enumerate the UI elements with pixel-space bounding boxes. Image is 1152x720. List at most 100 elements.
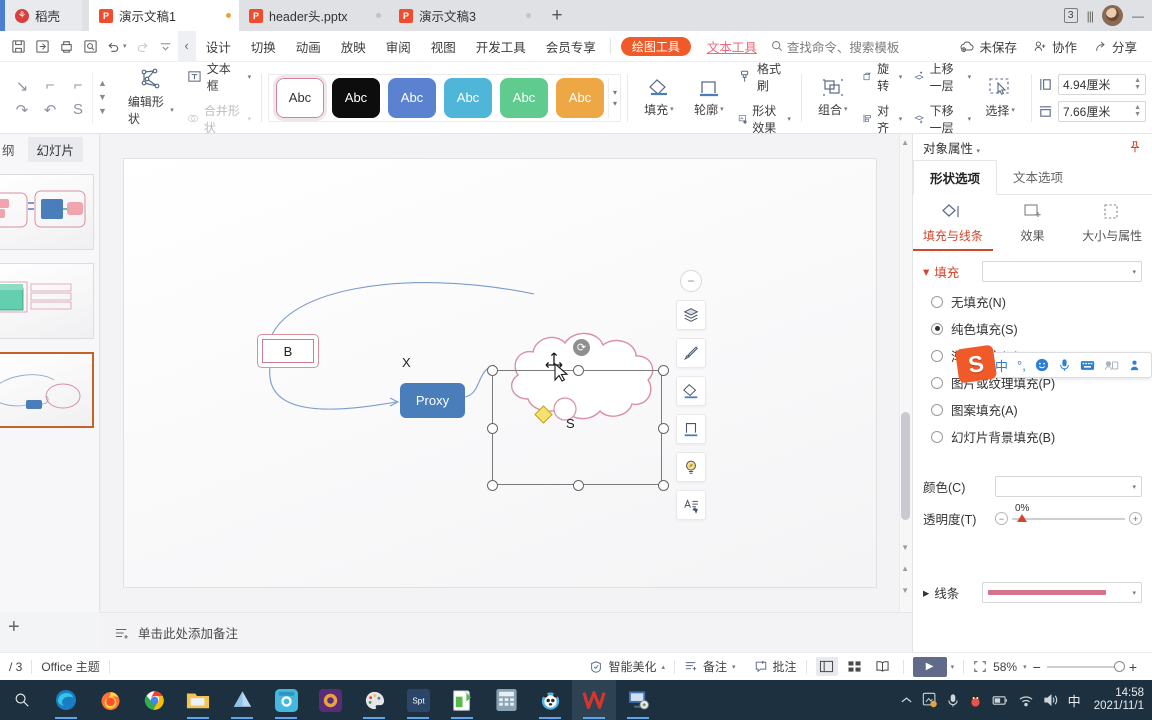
play-dropdown-icon[interactable]: ▾ <box>951 663 955 671</box>
zoom-level[interactable]: 58% <box>993 660 1017 674</box>
zoom-slider[interactable] <box>1046 660 1125 672</box>
shape-style-more-button[interactable]: ▾ ▾ <box>607 77 617 118</box>
beautify-expand-icon[interactable]: ▴ <box>662 663 666 671</box>
edge-icon[interactable] <box>44 680 88 720</box>
fill-preset-dropdown[interactable]: ▾ <box>982 261 1142 282</box>
ime-tools-icon[interactable] <box>1128 359 1141 372</box>
theme-name[interactable]: Office 主题 <box>32 658 108 675</box>
smart-idea-button[interactable] <box>676 452 706 482</box>
smart-beautify-button[interactable]: 智能美化 ▴ <box>580 658 674 675</box>
collapse-panel-button[interactable]: − <box>680 270 702 292</box>
save-icon[interactable] <box>6 34 30 58</box>
menu-item-member-exclusive[interactable]: 会员专享 <box>536 31 606 62</box>
unsaved-status-button[interactable]: 未保存 <box>953 37 1024 56</box>
fill-option-solid[interactable]: 纯色填充(S) <box>913 315 1152 342</box>
fill-section-header[interactable]: ▾ 填充 ▾ <box>913 251 1152 288</box>
minimize-button[interactable]: — <box>1132 9 1144 23</box>
mic-icon[interactable] <box>1058 358 1071 372</box>
next-slide-icon[interactable]: ▼ <box>901 586 909 595</box>
group-button[interactable]: 组合 ▾ <box>808 78 858 118</box>
calculator-icon[interactable] <box>484 680 528 720</box>
slider-thumb[interactable] <box>1017 513 1027 522</box>
scroll-up-icon[interactable]: ▲ <box>901 138 909 147</box>
radio-slide-background-fill[interactable] <box>931 430 943 443</box>
mic-icon[interactable] <box>947 693 959 708</box>
shape-arrow-diagonal-icon[interactable]: ↘ <box>8 74 36 98</box>
menu-item-developer-tools[interactable]: 开发工具 <box>466 31 536 62</box>
canvas-scrollbar[interactable]: ▲ ▼ ▲ ▼ <box>899 134 912 612</box>
selection-bounding-box[interactable] <box>487 365 669 491</box>
rotate-button[interactable]: 旋转 ▾ <box>858 59 907 95</box>
transparency-slider[interactable]: − 0% + <box>995 503 1142 525</box>
resize-handle-w[interactable] <box>487 423 498 434</box>
search-input[interactable]: 查找命令、搜索模板 <box>771 37 899 56</box>
avatar[interactable] <box>1102 5 1123 26</box>
reading-view-button[interactable] <box>872 657 894 676</box>
menu-item-drawing-tools[interactable]: 绘图工具 <box>620 36 691 56</box>
zoom-in-button[interactable]: + <box>1129 659 1143 675</box>
menu-item-design[interactable]: 设计 <box>196 31 241 62</box>
paint-app-icon[interactable] <box>352 680 396 720</box>
tab-presentation-3[interactable]: P 演示文稿3 <box>389 0 540 31</box>
radio-gradient-fill[interactable] <box>931 349 943 362</box>
transparency-decrease-button[interactable]: − <box>995 512 1008 525</box>
comments-button[interactable]: 批注 <box>745 658 806 675</box>
transparency-increase-button[interactable]: + <box>1129 512 1142 525</box>
slider-track[interactable]: 0% <box>1012 503 1125 522</box>
shape-style-0[interactable]: Abc <box>272 74 327 121</box>
chrome-icon[interactable] <box>132 680 176 720</box>
slide-thumbnail-2[interactable] <box>0 263 94 339</box>
radio-picture-fill[interactable] <box>931 376 943 389</box>
shape-style-2[interactable]: Abc <box>387 77 436 118</box>
shape-width-input[interactable]: 7.66厘米 ▲ ▼ <box>1058 100 1146 122</box>
editor-app-icon[interactable] <box>440 680 484 720</box>
search-icon[interactable] <box>0 680 44 720</box>
shape-curved-arrow-icon[interactable]: ↷ <box>8 98 36 122</box>
tab-presentation-1[interactable]: P 演示文稿1 <box>89 0 240 31</box>
fill-option-pattern[interactable]: 图案填充(A) <box>913 396 1152 423</box>
notes-bar[interactable]: 单击此处添加备注 <box>100 612 912 652</box>
outline-button[interactable]: 轮廓 ▾ <box>684 78 734 118</box>
zoom-dropdown-icon[interactable]: ▾ <box>1023 663 1027 671</box>
line-color-dropdown[interactable]: ▾ <box>982 582 1142 603</box>
zoom-slider-thumb[interactable] <box>1113 660 1125 672</box>
ime-punctuation-button[interactable]: °, <box>1017 358 1026 373</box>
share-button[interactable]: 分享 <box>1087 37 1144 56</box>
tab-size-and-properties[interactable]: 大小与属性 <box>1072 203 1152 251</box>
shape-style-4[interactable]: Abc <box>499 77 548 118</box>
tab-fill-and-line[interactable]: 填充与线条 <box>913 203 993 251</box>
tab-header-pptx[interactable]: P header头.pptx <box>239 0 390 31</box>
undo-dropdown-icon[interactable]: ▾ <box>123 42 127 50</box>
outline-tab[interactable]: 纲 <box>0 137 24 162</box>
slide-thumbnail-3[interactable] <box>0 352 94 428</box>
fill-color-dropdown[interactable]: ▾ <box>995 476 1142 497</box>
shape-elbow-connector-icon[interactable]: ⌐ <box>36 74 64 98</box>
height-spinner[interactable]: ▲ ▼ <box>1134 77 1141 91</box>
volume-icon[interactable] <box>1043 693 1059 707</box>
tab-effects[interactable]: 效果 <box>993 203 1073 251</box>
live-app-icon[interactable] <box>264 680 308 720</box>
qq-icon[interactable] <box>968 692 983 708</box>
text-box-button[interactable]: 文本框 ▾ <box>183 59 255 95</box>
battery-icon[interactable] <box>992 695 1009 706</box>
new-tab-button[interactable]: + <box>539 0 576 31</box>
wps-app-icon[interactable] <box>572 680 616 720</box>
screenshot-icon[interactable] <box>922 692 938 708</box>
fill-option-none[interactable]: 无填充(N) <box>913 288 1152 315</box>
select-button[interactable]: 选择 ▾ <box>975 77 1025 119</box>
pin-icon[interactable] <box>1128 140 1142 154</box>
text-format-button[interactable] <box>676 490 706 520</box>
notes-toggle-button[interactable]: 备注 ▾ <box>675 658 745 675</box>
fill-button-float[interactable] <box>676 376 706 406</box>
start-slideshow-button[interactable]: ▶ <box>912 656 947 677</box>
menu-item-view[interactable]: 视图 <box>421 31 466 62</box>
panda-app-icon[interactable] <box>528 680 572 720</box>
slide-canvas-area[interactable]: B X Proxy S ⟳ ▲ ▼ ▲ ▼ <box>100 134 912 612</box>
collaborate-button[interactable]: 协作 <box>1027 37 1084 56</box>
spt-app-icon[interactable]: Spt <box>396 680 440 720</box>
show-hidden-icons-button[interactable] <box>900 695 913 705</box>
shape-curved-connector-icon[interactable]: ↶ <box>36 98 64 122</box>
resize-handle-e[interactable] <box>658 423 669 434</box>
game-app-icon[interactable] <box>308 680 352 720</box>
shape-height-input[interactable]: 4.94厘米 ▲ ▼ <box>1058 73 1146 95</box>
